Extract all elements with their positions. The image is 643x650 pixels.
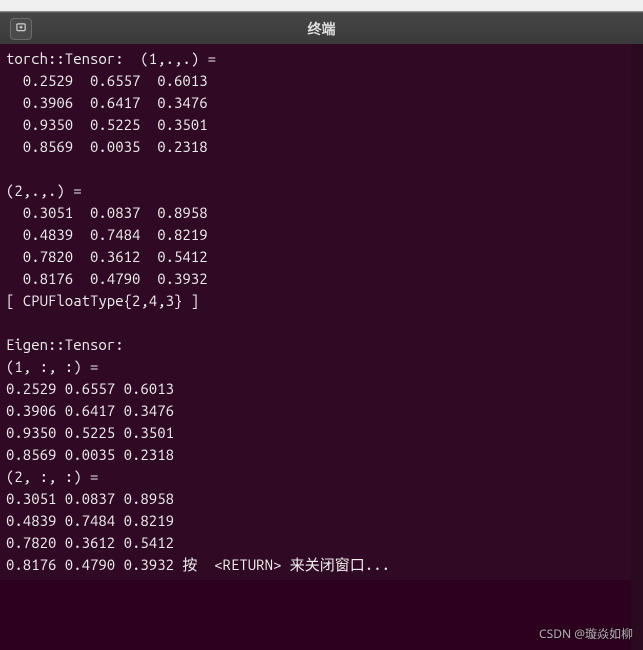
torch-slice2-row1: 0.4839 0.7484 0.8219 (6, 226, 208, 243)
eigen-slice2-row2: 0.7820 0.3612 0.5412 (6, 534, 174, 551)
torch-slice1-row1: 0.3906 0.6417 0.3476 (6, 94, 208, 111)
eigen-lastline: 0.8176 0.4790 0.3932 按 <RETURN> 来关闭窗口... (6, 556, 390, 573)
torch-slice2-header: (2,.,.) = (6, 182, 90, 199)
torch-slice2-row0: 0.3051 0.0837 0.8958 (6, 204, 208, 221)
torch-slice1-row0: 0.2529 0.6557 0.6013 (6, 72, 208, 89)
terminal-output[interactable]: torch::Tensor: (1,.,.) = 0.2529 0.6557 0… (0, 44, 643, 580)
eigen-header: Eigen::Tensor: (6, 336, 124, 353)
new-tab-icon (15, 20, 27, 38)
eigen-slice1-row3: 0.8569 0.0035 0.2318 (6, 446, 174, 463)
window-fragment-top (0, 0, 643, 12)
torch-slice2-row3: 0.8176 0.4790 0.3932 (6, 270, 208, 287)
eigen-slice2-header: (2, :, :) = (6, 468, 107, 485)
new-tab-button[interactable] (10, 18, 32, 40)
eigen-slice2-row0: 0.3051 0.0837 0.8958 (6, 490, 174, 507)
torch-header: torch::Tensor: (1,.,.) = (6, 50, 224, 67)
watermark: CSDN @璇焱如柳 (539, 625, 633, 642)
window-title: 终端 (308, 19, 336, 39)
eigen-slice1-row1: 0.3906 0.6417 0.3476 (6, 402, 174, 419)
torch-slice1-row3: 0.8569 0.0035 0.2318 (6, 138, 208, 155)
eigen-slice1-row0: 0.2529 0.6557 0.6013 (6, 380, 174, 397)
eigen-slice1-header: (1, :, :) = (6, 358, 107, 375)
torch-slice1-row2: 0.9350 0.5225 0.3501 (6, 116, 208, 133)
torch-slice2-row2: 0.7820 0.3612 0.5412 (6, 248, 208, 265)
eigen-slice1-row2: 0.9350 0.5225 0.3501 (6, 424, 174, 441)
titlebar: 终端 (0, 12, 643, 44)
scrollbar[interactable] (631, 44, 643, 650)
torch-footer: [ CPUFloatType{2,4,3} ] (6, 292, 199, 309)
eigen-slice2-row1: 0.4839 0.7484 0.8219 (6, 512, 174, 529)
